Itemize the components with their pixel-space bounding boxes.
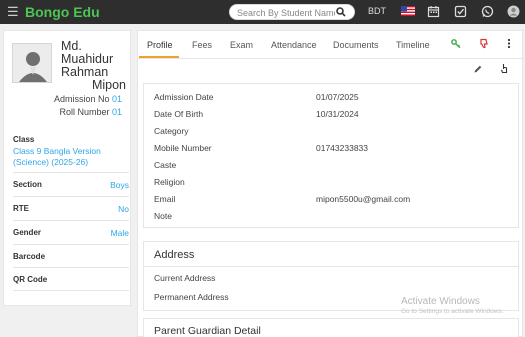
active-tab-underline (139, 56, 179, 58)
admission-number: Admission No 01 (54, 94, 122, 104)
gender-value: Male (110, 228, 129, 238)
roll-number: Roll Number 01 (59, 107, 122, 117)
address-divider (144, 266, 518, 267)
roll-number-value: 01 (111, 107, 122, 117)
tab-timeline[interactable]: Timeline (396, 40, 430, 50)
windows-activation-subtext: Go to Settings to activate Windows. (401, 308, 504, 315)
section-value: Boys (110, 180, 129, 190)
thumbs-down-icon[interactable] (479, 38, 489, 49)
mobile-number-label: Mobile Number (154, 143, 212, 153)
student-search-input[interactable] (237, 6, 335, 19)
tab-profile[interactable]: Profile (147, 40, 173, 50)
edit-pencil-icon[interactable] (473, 64, 483, 74)
mobile-number-value: 01743233833 (316, 143, 369, 153)
address-title: Address (154, 249, 195, 261)
qr-code-label: QR Code (13, 275, 48, 284)
section-label: Section (13, 180, 42, 189)
student-avatar (12, 43, 52, 83)
email-label: Email (154, 194, 176, 204)
admission-date-value: 01/07/2025 (316, 92, 359, 102)
profile-info-section: Admission Date 01/07/2025 Date Of Birth … (143, 83, 519, 228)
user-avatar-icon[interactable] (507, 5, 520, 18)
hamburger-icon[interactable]: ☰ (7, 5, 19, 18)
barcode-field: Barcode (13, 244, 129, 266)
windows-activation-watermark: Activate Windows (401, 296, 480, 307)
date-of-birth-value: 10/31/2024 (316, 109, 359, 119)
date-of-birth-label: Date Of Birth (154, 109, 204, 119)
tab-exam[interactable]: Exam (230, 40, 253, 50)
us-flag-icon[interactable] (401, 6, 415, 16)
key-icon[interactable] (451, 38, 461, 49)
tab-documents[interactable]: Documents (333, 40, 379, 50)
rte-value: No (118, 204, 129, 214)
parent-guardian-title: Parent Guardian Detail (154, 325, 261, 337)
more-options-icon[interactable] (504, 38, 514, 49)
rte-field: RTE No (13, 196, 129, 218)
gender-label: Gender (13, 228, 42, 237)
student-detail-panel: Profile Fees Exam Attendance Documents T… (137, 30, 524, 337)
checkbox-icon[interactable] (454, 5, 467, 18)
tab-attendance[interactable]: Attendance (271, 40, 317, 50)
religion-label: Religion (154, 177, 185, 187)
class-value: Class 9 Bangla Version (Science) (2025-2… (13, 146, 101, 167)
category-label: Category (154, 126, 189, 136)
student-avatar-icon (19, 52, 47, 82)
parent-guardian-section: Parent Guardian Detail (143, 318, 519, 337)
admission-number-value: 01 (111, 94, 122, 104)
current-address-label: Current Address (154, 273, 216, 283)
student-profile-card: Md. Muahidur Rahman Mipon Admission No 0… (3, 30, 131, 306)
permanent-address-label: Permanent Address (154, 292, 229, 302)
admission-date-label: Admission Date (154, 92, 214, 102)
caste-label: Caste (154, 160, 177, 170)
brand-logo-text[interactable]: Bongo Edu (25, 3, 100, 21)
gender-field: Gender Male (13, 220, 129, 242)
roll-number-label: Roll Number (59, 107, 110, 117)
tab-bar: Profile Fees Exam Attendance Documents T… (138, 31, 524, 59)
rte-label: RTE (13, 204, 29, 213)
barcode-label: Barcode (13, 252, 46, 261)
top-navbar: ☰ Bongo Edu BDT (0, 0, 525, 24)
admission-number-label: Admission No (53, 94, 110, 104)
class-label: Class (13, 135, 35, 144)
student-name-line: Mipon (91, 78, 126, 92)
qr-code-field: QR Code (13, 267, 129, 291)
note-label: Note (154, 211, 172, 221)
search-icon[interactable] (336, 7, 346, 17)
whatsapp-icon[interactable] (481, 5, 494, 18)
student-search-box (229, 4, 355, 20)
email-value: mipon5500u@gmail.com (316, 194, 411, 204)
calendar-icon[interactable] (427, 5, 440, 18)
section-field: Section Boys (13, 172, 129, 194)
currency-selector[interactable]: BDT (368, 6, 386, 16)
pointer-hand-icon[interactable] (500, 63, 510, 74)
student-name: Md. Muahidur Rahman Mipon (61, 40, 131, 92)
tab-fees[interactable]: Fees (192, 40, 212, 50)
